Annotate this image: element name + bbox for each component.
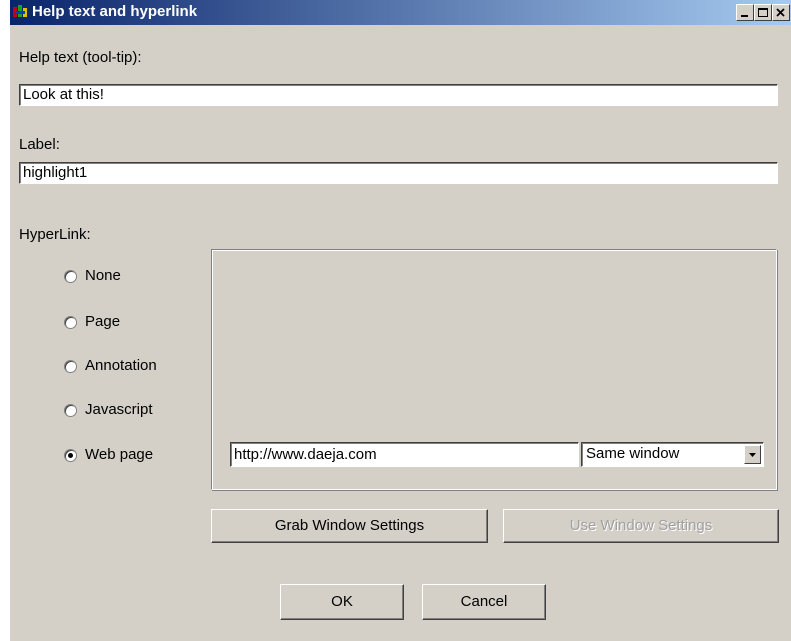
hyperlink-label: HyperLink: [19,226,91,243]
title-bar[interactable]: Help text and hyperlink [10,0,791,25]
target-window-dropdown-button[interactable] [744,445,761,464]
maximize-icon [758,8,768,17]
window-title: Help text and hyperlink [32,3,198,20]
help-text-input[interactable]: Look at this! [19,84,778,106]
radio-selected-dot [68,453,73,458]
use-window-settings-button: Use Window Settings [503,509,779,543]
close-icon [776,8,785,17]
grab-window-settings-button[interactable]: Grab Window Settings [211,509,488,543]
chevron-down-icon [749,453,756,457]
radio-none-label: None [85,267,121,284]
minimize-icon [741,15,748,17]
close-button[interactable] [772,4,790,21]
ok-button[interactable]: OK [280,584,404,620]
radio-web-page-label: Web page [85,446,154,463]
help-text-label: Help text (tool-tip): [19,49,142,66]
radio-annotation-label: Annotation [85,357,157,374]
radio-page-button[interactable] [64,316,77,329]
radio-javascript-label: Javascript [85,401,153,418]
target-window-select[interactable]: Same window [581,442,764,467]
radio-annotation-button[interactable] [64,360,77,373]
radio-page-label: Page [85,313,121,330]
target-window-value: Same window [586,445,680,462]
app-icon [13,5,27,17]
maximize-button[interactable] [754,4,772,21]
radio-web-page-button[interactable] [64,449,77,462]
label-input[interactable]: highlight1 [19,162,778,184]
url-input[interactable]: http://www.daeja.com [230,442,579,467]
label-field-label: Label: [19,136,60,153]
radio-javascript-button[interactable] [64,404,77,417]
radio-none-button[interactable] [64,270,77,283]
dialog-window: Help text and hyperlink Help text (tool-… [9,0,791,641]
minimize-button[interactable] [736,4,754,21]
cancel-button[interactable]: Cancel [422,584,546,620]
